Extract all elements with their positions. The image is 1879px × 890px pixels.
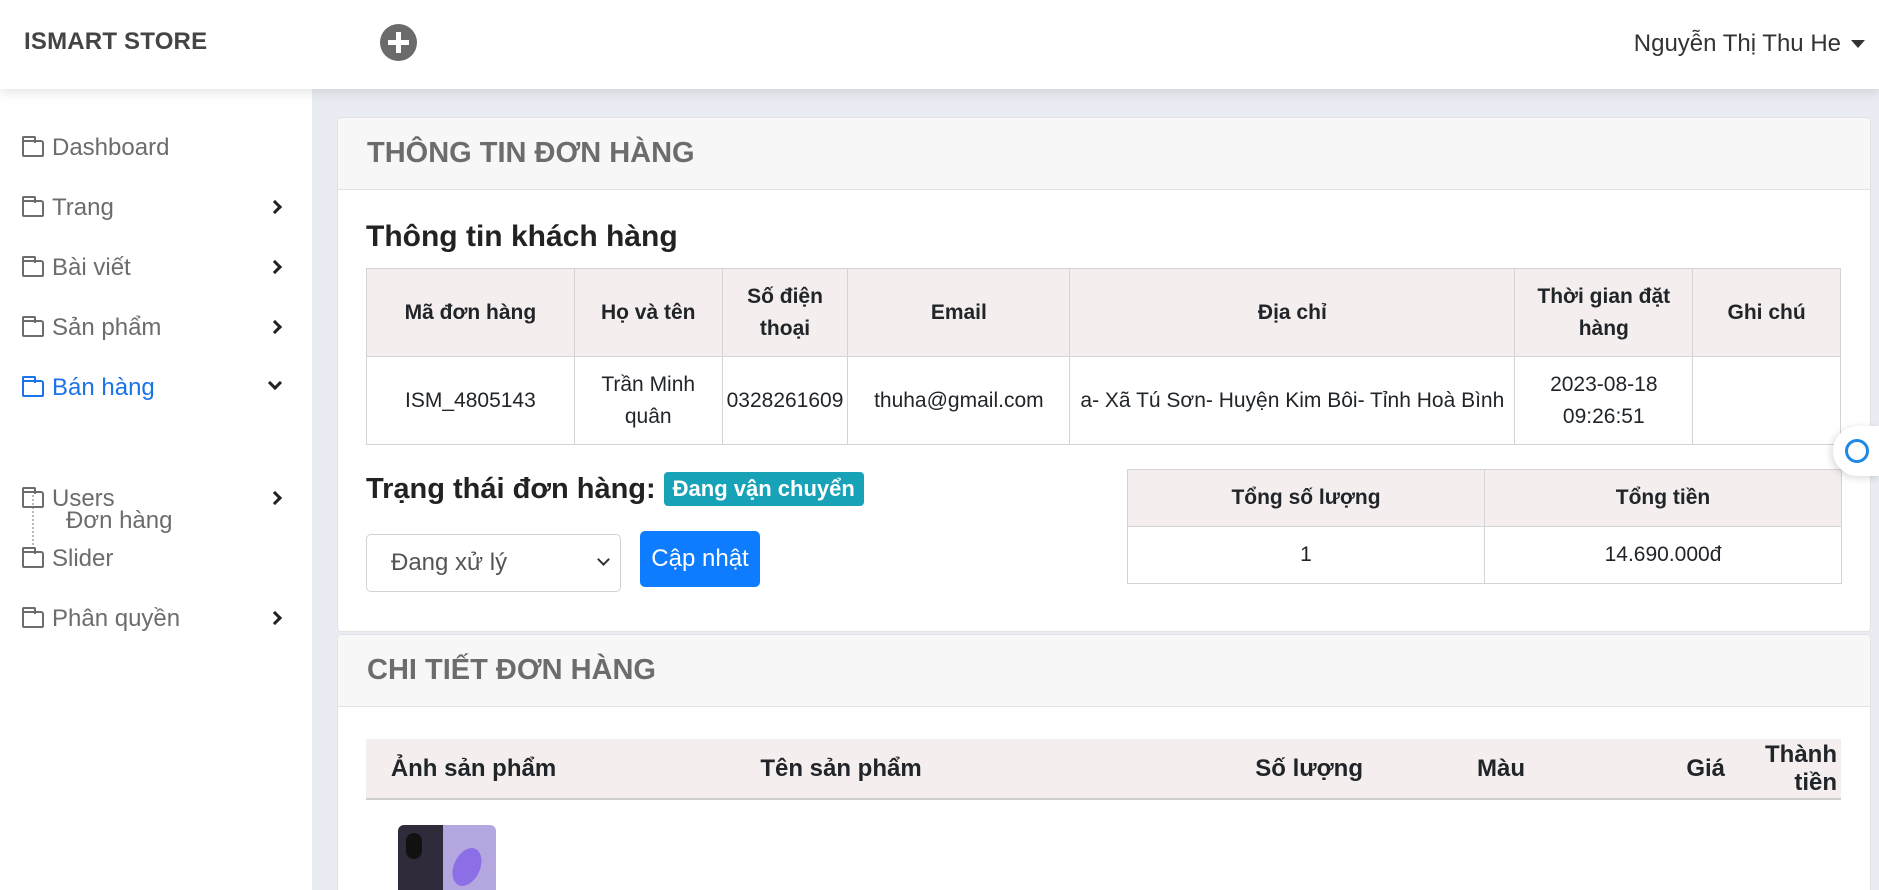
totals-table: Tổng số lượng Tổng tiền 1 14.690.000đ xyxy=(1127,469,1842,584)
table-header: Giá xyxy=(1543,739,1733,800)
table-header: Ghi chú xyxy=(1692,268,1841,357)
brand-logo[interactable]: ISMART STORE xyxy=(24,28,207,56)
table-header: Số điện thoại xyxy=(721,268,849,357)
sidebar-item-trang[interactable]: Trang xyxy=(22,194,283,222)
table-header: Tên sản phẩm xyxy=(581,739,1101,800)
table-header: Ảnh sản phẩm xyxy=(366,739,581,800)
table-header: Tổng tiền xyxy=(1484,469,1842,527)
sidebar-item-label: Slider xyxy=(52,545,114,572)
table-header: Mã đơn hàng xyxy=(366,268,575,357)
folder-icon xyxy=(22,486,44,508)
customer-name: Trần Minh quân xyxy=(573,356,723,445)
sidebar-item-label: Sản phẩm xyxy=(52,314,162,341)
customer-phone: 0328261609 xyxy=(721,356,849,445)
folder-icon xyxy=(22,135,44,157)
top-navbar: ISMART STORE Nguyễn Thị Thu He xyxy=(0,0,1879,89)
add-circle-icon[interactable] xyxy=(380,24,417,61)
update-button[interactable]: Cập nhật xyxy=(640,531,760,587)
table-row: 1 14.690.000đ xyxy=(1127,526,1842,584)
chevron-down-icon xyxy=(597,553,610,566)
total-amount: 14.690.000đ xyxy=(1484,526,1842,584)
order-status-row: Trạng thái đơn hàng: Đang vận chuyển xyxy=(366,472,864,506)
user-menu[interactable]: Nguyễn Thị Thu He xyxy=(1634,30,1865,58)
table-header: Địa chỉ xyxy=(1069,268,1516,357)
sidebar-item-label: Trang xyxy=(52,194,114,221)
table-row: ISM_4805143 Trần Minh quân 0328261609 th… xyxy=(366,356,1841,445)
sidebar-item-slider[interactable]: Slider xyxy=(22,545,282,573)
status-label: Trạng thái đơn hàng: xyxy=(366,472,656,505)
chevron-right-icon[interactable] xyxy=(267,610,283,626)
sidebar-item-label: Dashboard xyxy=(52,134,170,161)
table-header: Thành tiền xyxy=(1733,739,1841,800)
user-name: Nguyễn Thị Thu He xyxy=(1633,30,1841,57)
folder-icon xyxy=(22,315,44,337)
sidebar-item-users[interactable]: Users xyxy=(22,485,283,513)
status-select-value: Đang xử lý xyxy=(391,549,508,576)
table-header: Họ và tên xyxy=(573,268,723,357)
camera-icon xyxy=(406,833,422,859)
sidebar-item-dashboard[interactable]: Dashboard xyxy=(22,134,282,162)
assistant-icon[interactable] xyxy=(1833,426,1879,476)
order-detail-card: CHI TIẾT ĐƠN HÀNG Ảnh sản phẩm Tên sản p… xyxy=(337,634,1871,890)
chevron-right-icon[interactable] xyxy=(267,199,283,215)
order-note xyxy=(1692,356,1841,445)
status-badge: Đang vận chuyển xyxy=(663,472,864,506)
chevron-down-icon[interactable] xyxy=(267,375,283,391)
card-title: THÔNG TIN ĐƠN HÀNG xyxy=(367,137,695,169)
customer-heading: Thông tin khách hàng xyxy=(366,220,678,253)
sidebar-item-bai-viet[interactable]: Bài viết xyxy=(22,254,283,282)
card-header: THÔNG TIN ĐƠN HÀNG xyxy=(338,118,1870,190)
chevron-right-icon[interactable] xyxy=(267,259,283,275)
order-detail-table: Ảnh sản phẩm Tên sản phẩm Số lượng Màu G… xyxy=(366,739,1841,800)
sidebar-item-phan-quyen[interactable]: Phân quyền xyxy=(22,605,283,633)
sidebar-item-label: Bán hàng xyxy=(52,374,155,401)
folder-icon xyxy=(22,195,44,217)
sidebar-item-label: Bài viết xyxy=(52,254,131,281)
customer-address: a- Xã Tú Sơn- Huyện Kim Bôi- Tỉnh Hoà Bì… xyxy=(1069,356,1516,445)
chevron-right-icon[interactable] xyxy=(267,490,283,506)
folder-icon xyxy=(22,375,44,397)
order-info-card: THÔNG TIN ĐƠN HÀNG Thông tin khách hàng … xyxy=(337,117,1871,632)
product-image xyxy=(398,825,496,890)
folder-icon xyxy=(22,255,44,277)
table-header: Tổng số lượng xyxy=(1127,469,1485,527)
card-title: CHI TIẾT ĐƠN HÀNG xyxy=(367,654,656,686)
order-code: ISM_4805143 xyxy=(366,356,575,445)
sidebar-item-ban-hang[interactable]: Bán hàng xyxy=(22,374,283,402)
sidebar: Dashboard Trang Bài viết Sản phẩm Bán hà… xyxy=(0,89,312,890)
table-header: Email xyxy=(847,268,1071,357)
sidebar-item-label: Phân quyền xyxy=(52,605,181,632)
caret-down-icon xyxy=(1851,40,1865,48)
total-quantity: 1 xyxy=(1127,526,1485,584)
folder-icon xyxy=(22,546,44,568)
flower-graphic xyxy=(446,843,488,890)
order-time: 2023-08-18 09:26:51 xyxy=(1514,356,1694,445)
table-header: Thời gian đặt hàng xyxy=(1514,268,1694,357)
folder-icon xyxy=(22,606,44,628)
sidebar-item-san-pham[interactable]: Sản phẩm xyxy=(22,314,283,342)
status-select[interactable]: Đang xử lý xyxy=(366,534,621,592)
table-header: Số lượng xyxy=(1101,739,1363,800)
customer-email: thuha@gmail.com xyxy=(847,356,1071,445)
chevron-right-icon[interactable] xyxy=(267,319,283,335)
customer-table: Mã đơn hàng Họ và tên Số điện thoại Emai… xyxy=(366,268,1841,445)
sidebar-item-label: Users xyxy=(52,485,115,512)
card-header: CHI TIẾT ĐƠN HÀNG xyxy=(338,635,1870,707)
table-header: Màu xyxy=(1363,739,1543,800)
